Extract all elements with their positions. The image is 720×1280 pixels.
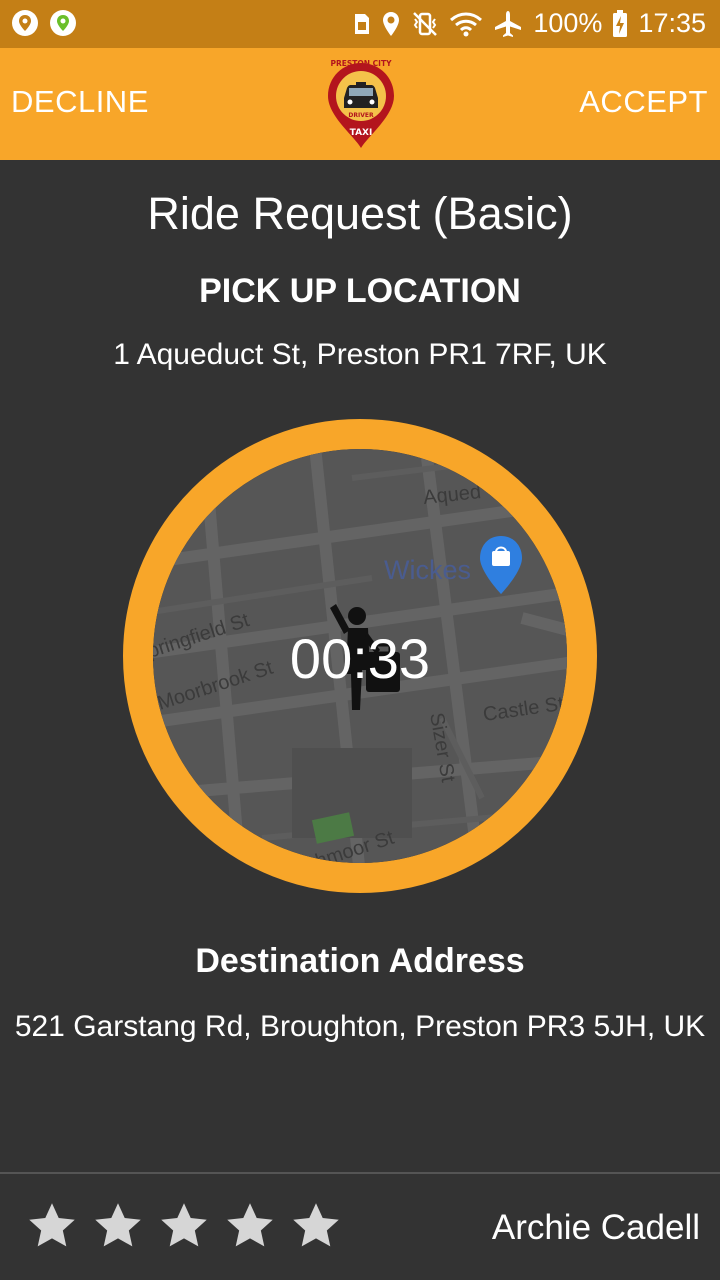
logo-top-text: PRESTON CITY (330, 59, 392, 68)
star-icon (293, 1203, 339, 1247)
ride-request-title: Ride Request (Basic) (147, 188, 573, 239)
pickup-heading: PICK UP LOCATION (199, 272, 521, 310)
vibrate-icon (413, 11, 438, 36)
map-pin-icon (50, 10, 76, 36)
rider-name: Archie Cadell (491, 1208, 700, 1247)
countdown-timer: 00:33 (289, 627, 431, 690)
destination-address: 521 Garstang Rd, Broughton, Preston PR3 … (14, 1010, 706, 1043)
battery-charging-icon (613, 9, 628, 37)
rider-rating (26, 1200, 342, 1252)
sim-icon (355, 13, 370, 34)
pickup-address: 1 Aqueduct St, Preston PR1 7RF, UK (113, 338, 607, 371)
preston-city-taxi-logo: PRESTON CITY DRIVER TAXI (328, 59, 394, 148)
logo-middle-text: DRIVER (348, 112, 374, 119)
clock: 17:35 (638, 8, 706, 38)
app-bar: DECLINE PRESTON CITY DRIVER TAXI ACCEPT (0, 48, 720, 160)
destination-heading: Destination Address (195, 942, 525, 980)
star-icon (161, 1203, 207, 1247)
notification-icons (12, 10, 76, 36)
airplane-icon (495, 10, 522, 37)
divider (0, 1172, 720, 1174)
star-icon (29, 1203, 75, 1247)
star-icon (227, 1203, 273, 1247)
map-label: Wickes (384, 555, 471, 585)
logo-bottom-text: TAXI (350, 128, 373, 138)
battery-percent: 100% (533, 8, 603, 38)
accept-button[interactable]: ACCEPT (579, 84, 708, 120)
location-pin-icon (12, 10, 38, 36)
decline-button[interactable]: DECLINE (11, 84, 149, 120)
system-icons: 100% 17:35 (353, 8, 706, 39)
status-bar: 100% 17:35 (0, 0, 720, 48)
wifi-icon (450, 12, 483, 36)
location-icon (383, 11, 400, 36)
star-icon (95, 1203, 141, 1247)
